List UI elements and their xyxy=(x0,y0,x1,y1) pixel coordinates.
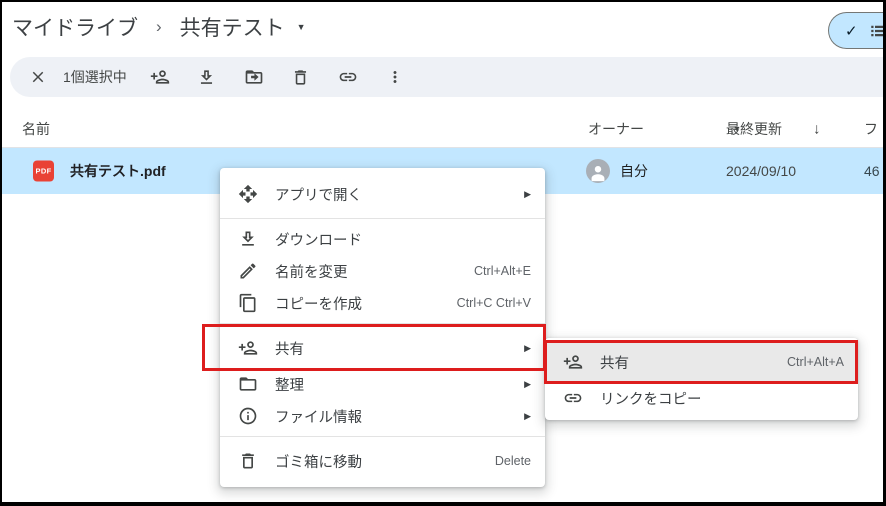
breadcrumb-shared-test[interactable]: 共有テスト xyxy=(180,12,285,42)
breadcrumb-my-drive[interactable]: マイドライブ xyxy=(12,12,138,42)
menu-item-download[interactable]: ダウンロード xyxy=(220,223,545,255)
menu-item-label: アプリで開く xyxy=(275,184,514,205)
copy-icon xyxy=(238,293,258,313)
submenu-item-share[interactable]: 共有 Ctrl+Alt+A xyxy=(545,343,858,381)
breadcrumb-separator-icon: › xyxy=(156,17,162,37)
close-icon xyxy=(29,68,47,86)
open-with-icon xyxy=(238,184,258,204)
menu-item-label: コピーを作成 xyxy=(275,293,447,314)
list-view-icon xyxy=(869,22,886,40)
menu-item-make-copy[interactable]: コピーを作成 Ctrl+C Ctrl+V xyxy=(220,287,545,319)
menu-item-shortcut: Delete xyxy=(495,454,531,468)
column-header-name[interactable]: 名前 xyxy=(22,119,50,139)
file-size-partial: 46 xyxy=(864,163,880,179)
menu-item-label: 名前を変更 xyxy=(275,261,464,282)
more-vertical-icon xyxy=(386,68,404,86)
submenu-arrow-icon: ▶ xyxy=(524,379,531,390)
person-add-icon xyxy=(238,338,258,358)
menu-item-shortcut: Ctrl+Alt+E xyxy=(474,264,531,278)
share-submenu: 共有 Ctrl+Alt+A リンクをコピー xyxy=(545,338,858,420)
toolbar-actions xyxy=(149,66,406,88)
menu-item-rename[interactable]: 名前を変更 Ctrl+Alt+E xyxy=(220,255,545,287)
menu-item-file-info[interactable]: ファイル情報 ▶ xyxy=(220,400,545,432)
submenu-arrow-icon: ▶ xyxy=(524,411,531,422)
file-owner: 自分 xyxy=(620,161,648,181)
move-to-folder-icon xyxy=(244,67,264,87)
person-add-icon xyxy=(150,67,170,87)
trash-icon xyxy=(291,68,310,87)
menu-item-organize[interactable]: 整理 ▶ xyxy=(220,368,545,400)
column-header-owner[interactable]: オーナー xyxy=(588,119,644,139)
move-to-folder-button[interactable] xyxy=(243,66,265,88)
close-selection-button[interactable] xyxy=(27,66,49,88)
menu-item-label: 共有 xyxy=(600,352,777,373)
menu-item-label: ファイル情報 xyxy=(275,406,514,427)
link-icon xyxy=(563,388,583,408)
menu-item-label: リンクをコピー xyxy=(600,388,844,409)
check-icon: ✓ xyxy=(845,22,858,40)
download-button[interactable] xyxy=(196,66,218,88)
link-icon xyxy=(338,67,358,87)
menu-separator xyxy=(220,323,545,324)
menu-item-move-to-trash[interactable]: ゴミ箱に移動 Delete xyxy=(220,441,545,481)
view-toggle[interactable]: ✓ xyxy=(828,12,886,49)
menu-item-label: ダウンロード xyxy=(275,229,531,250)
trash-button[interactable] xyxy=(290,66,312,88)
file-name: 共有テスト.pdf xyxy=(70,161,166,181)
share-button[interactable] xyxy=(149,66,171,88)
info-icon xyxy=(238,406,258,426)
file-modified-date: 2024/09/10 xyxy=(726,163,796,179)
folder-dropdown-caret-icon[interactable]: ▼ xyxy=(297,22,306,32)
submenu-item-copy-link[interactable]: リンクをコピー xyxy=(545,381,858,415)
drive-window: マイドライブ › 共有テスト ▼ ✓ 1個選択中 xyxy=(0,0,886,506)
submenu-arrow-icon: ▶ xyxy=(524,343,531,354)
person-add-icon xyxy=(563,352,583,372)
sort-direction-icon[interactable]: ↓ xyxy=(813,120,821,137)
link-button[interactable] xyxy=(337,66,359,88)
person-icon xyxy=(587,161,609,183)
selection-count: 1個選択中 xyxy=(63,67,127,87)
breadcrumb: マイドライブ › 共有テスト ▼ xyxy=(12,8,306,46)
menu-separator xyxy=(220,218,545,219)
download-icon xyxy=(238,229,258,249)
menu-item-share[interactable]: 共有 ▶ xyxy=(220,328,545,368)
folder-icon xyxy=(238,374,258,394)
menu-item-label: ゴミ箱に移動 xyxy=(275,451,485,472)
column-header-size[interactable]: フ xyxy=(864,119,878,139)
more-actions-button[interactable] xyxy=(384,66,406,88)
menu-item-shortcut: Ctrl+C Ctrl+V xyxy=(457,296,531,310)
submenu-arrow-icon: ▶ xyxy=(524,189,531,200)
menu-item-open-with[interactable]: アプリで開く ▶ xyxy=(220,174,545,214)
modified-dropdown-caret-icon: ▼ xyxy=(733,124,741,133)
menu-item-shortcut: Ctrl+Alt+A xyxy=(787,355,844,369)
rename-pencil-icon xyxy=(238,261,258,281)
file-list-header: 名前 オーナー 最終更新▼ ↓ フ xyxy=(2,110,883,148)
menu-separator xyxy=(220,436,545,437)
pdf-file-icon: PDF xyxy=(33,161,54,182)
menu-item-label: 整理 xyxy=(275,374,514,395)
menu-item-label: 共有 xyxy=(275,338,514,359)
download-icon xyxy=(197,68,216,87)
selection-toolbar: 1個選択中 xyxy=(10,57,883,97)
owner-avatar xyxy=(586,159,610,183)
context-menu: アプリで開く ▶ ダウンロード 名前を変更 Ctrl+Alt+E コピーを作成 … xyxy=(220,168,545,487)
trash-icon xyxy=(238,451,258,471)
